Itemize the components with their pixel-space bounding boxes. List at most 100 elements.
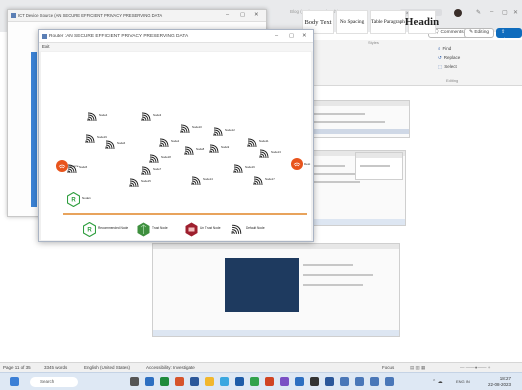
pen-icon[interactable]: ✎: [476, 9, 481, 16]
taskbar-app-icon[interactable]: [355, 377, 364, 386]
select-icon: ⬚: [438, 64, 443, 69]
replace-label: Replace: [443, 55, 461, 60]
search-icon: ⌕: [438, 46, 441, 51]
style-label: Headin: [404, 16, 440, 28]
node-label: Node1: [82, 196, 91, 200]
taskbar-app-icon[interactable]: [160, 377, 169, 386]
maximize-icon[interactable]: ▢: [502, 9, 508, 16]
comments-label: Comments: [440, 30, 464, 35]
close-icon[interactable]: ✕: [254, 12, 259, 18]
taskbar-app-icon[interactable]: [340, 377, 349, 386]
status-page[interactable]: Page 11 of 35: [3, 365, 31, 370]
close-icon[interactable]: ✕: [513, 9, 518, 16]
node-label: Node10: [192, 125, 202, 129]
view-icons[interactable]: ▤ ▥ ▦: [410, 365, 425, 371]
find-button[interactable]: ⌕ Find: [438, 46, 451, 51]
avatar[interactable]: [454, 9, 462, 17]
node-label: Node15: [141, 179, 151, 183]
svg-text:R: R: [71, 198, 76, 204]
taskbar-app-icon[interactable]: [295, 377, 304, 386]
taskbar-app-icon[interactable]: [190, 377, 199, 386]
taskbar-app-icon[interactable]: [325, 377, 334, 386]
close-icon[interactable]: ✕: [302, 33, 307, 39]
styles-group-label: Styles: [368, 40, 379, 45]
legend-untrust: Un Trust Node: [185, 222, 221, 237]
taskbar-app-icon[interactable]: [175, 377, 184, 386]
style-label: Body Text: [304, 18, 332, 26]
signal-icon: [213, 127, 223, 137]
editing-button[interactable]: ✎ Editing: [464, 28, 495, 38]
signal-icon: [129, 178, 139, 188]
minimize-icon[interactable]: –: [275, 33, 278, 39]
menu-exit[interactable]: Exit: [42, 44, 50, 49]
signal-icon: [253, 176, 263, 186]
ribbon-panel: [300, 40, 522, 86]
node-label: Node18: [161, 155, 171, 159]
signal-icon: [149, 154, 159, 164]
share-button[interactable]: ⇪ Share: [496, 28, 522, 43]
taskbar-app-icon[interactable]: [130, 377, 139, 386]
tray-icons[interactable]: ⌃ ☁: [432, 379, 443, 385]
taskbar-clock[interactable]: 18:27 22-08-2023: [488, 376, 511, 387]
taskbar-app-icon[interactable]: [250, 377, 259, 386]
legend-recommended: R Recommended Node: [82, 221, 128, 238]
taskbar-app-icon[interactable]: [385, 377, 394, 386]
recommended-node[interactable]: R Node1: [66, 191, 91, 208]
status-focus[interactable]: Focus: [382, 365, 394, 370]
taskbar-app-icon[interactable]: [205, 377, 214, 386]
minimize-icon[interactable]: –: [226, 12, 229, 18]
node-label: Node6: [117, 141, 126, 145]
style-heading[interactable]: Headin: [404, 10, 440, 34]
node-label: Node5: [79, 165, 88, 169]
select-label: Select: [444, 64, 457, 69]
taskbar-app-icon[interactable]: [280, 377, 289, 386]
minimize-icon[interactable]: –: [490, 9, 493, 15]
hexagon-r-icon: R: [82, 221, 97, 238]
clock-date: 22-08-2023: [488, 381, 512, 387]
device-source-title: ICT Device Source (AN SECURE EFFICIENT P…: [18, 13, 163, 18]
find-label: Find: [442, 46, 452, 51]
taskbar-app-icon[interactable]: [220, 377, 229, 386]
node-label: Node16: [245, 165, 255, 169]
taskbar-app-icon[interactable]: [235, 377, 244, 386]
java-app-icon: [42, 34, 47, 39]
taskbar-app-icon[interactable]: [310, 377, 319, 386]
taskbar-search[interactable]: Search: [30, 377, 78, 387]
status-language[interactable]: English (United States): [84, 365, 130, 370]
style-no-spacing[interactable]: No Spacing: [336, 10, 368, 34]
signal-icon: [141, 112, 151, 122]
taskbar-app-icon[interactable]: [145, 377, 154, 386]
router-window: Router :AN SECURE EFFICIENT PRIVACY PRES…: [38, 29, 314, 242]
signal-icon: [293, 162, 301, 167]
status-accessibility[interactable]: Accessibility: Investigate: [146, 365, 195, 370]
maximize-icon[interactable]: ▢: [240, 12, 245, 18]
doc-embedded-screenshot: [300, 100, 410, 138]
select-button[interactable]: ⬚ Select: [438, 64, 457, 70]
zoom-slider[interactable]: — ——●—— +: [460, 365, 490, 370]
style-table-paragraph[interactable]: Table Paragraph: [370, 10, 406, 34]
network-canvas: Source Dest R Node1 Node2 Node3 Node4 Node5…: [41, 52, 311, 240]
router-title-bar[interactable]: Router :AN SECURE EFFICIENT PRIVACY PRES…: [39, 30, 313, 43]
taskbar-app-icon[interactable]: [265, 377, 274, 386]
hexagon-r-icon: R: [66, 191, 81, 208]
replace-icon: ↺: [438, 55, 442, 60]
style-label: Table Paragraph: [371, 19, 405, 25]
signal-icon: [247, 138, 257, 148]
editing-group-label: Editing: [446, 78, 459, 83]
legend-trust: Trust Node: [137, 222, 168, 237]
status-words[interactable]: 3345 words: [44, 365, 67, 370]
node-label: Node4: [99, 113, 108, 117]
maximize-icon[interactable]: ▢: [289, 33, 294, 39]
replace-button[interactable]: ↺ Replace: [438, 55, 460, 61]
node-label: Node7: [153, 167, 162, 171]
node-label: Node14: [203, 177, 213, 181]
windows-start-icon[interactable]: [10, 377, 19, 386]
language-indicator[interactable]: ENG IN: [456, 379, 470, 384]
status-bar: Page 11 of 35 3345 words English (United…: [0, 362, 522, 372]
taskbar-app-icon[interactable]: [370, 377, 379, 386]
doc-embedded-screenshot: [152, 243, 400, 337]
device-source-title-bar[interactable]: ICT Device Source (AN SECURE EFFICIENT P…: [8, 10, 266, 22]
trust-hexagon-icon: [137, 222, 150, 237]
destination-node[interactable]: Dest: [291, 158, 310, 170]
legend-recommended-label: Recommended Node: [98, 226, 129, 230]
